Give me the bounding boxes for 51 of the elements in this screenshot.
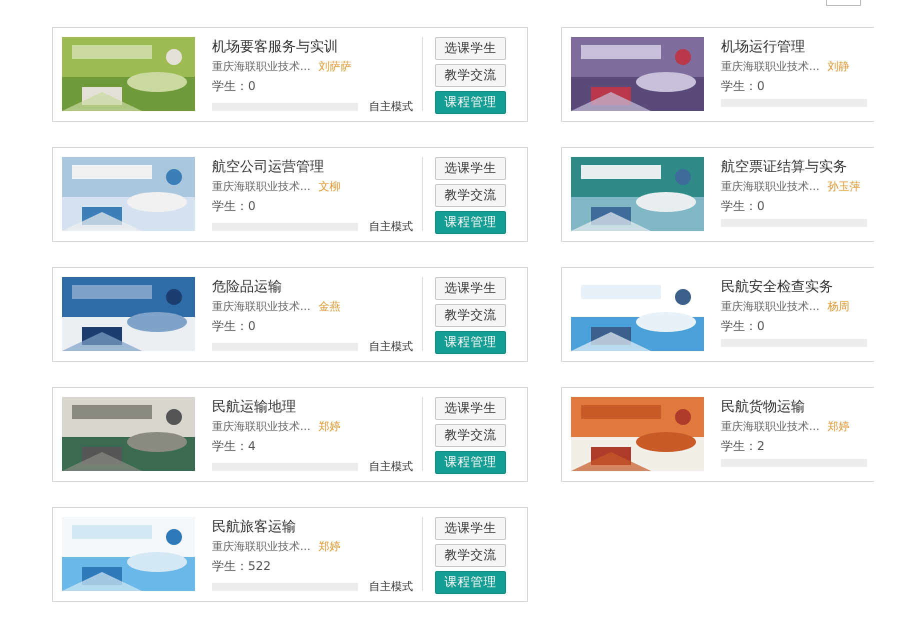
course-title[interactable]: 航空公司运营管理 bbox=[212, 157, 362, 177]
mode-label: 自主模式 bbox=[369, 339, 413, 354]
teacher-name: 郑婷 bbox=[318, 419, 340, 435]
course-title[interactable]: 民航安全检查实务 bbox=[721, 277, 871, 297]
teacher-name: 金燕 bbox=[318, 299, 340, 315]
student-count: 学生：0 bbox=[212, 198, 257, 215]
school-name: 重庆海联职业技术... bbox=[721, 59, 820, 75]
action-button[interactable]: 选课学生 bbox=[435, 37, 506, 60]
student-count: 学生：0 bbox=[212, 78, 257, 95]
teacher-name: 郑婷 bbox=[318, 539, 340, 555]
course-title[interactable]: 民航货物运输 bbox=[721, 397, 871, 417]
action-button[interactable]: 选课学生 bbox=[435, 517, 506, 540]
school-name: 重庆海联职业技术... bbox=[212, 419, 310, 435]
student-count: 学生：2 bbox=[721, 438, 766, 455]
course-title[interactable]: 机场运行管理 bbox=[721, 37, 871, 57]
teacher-name: 刘萨萨 bbox=[318, 59, 352, 75]
course-title[interactable]: 航空票证结算与实务 bbox=[721, 157, 871, 177]
school-name: 重庆海联职业技术... bbox=[212, 299, 310, 315]
teacher-name: 刘静 bbox=[828, 59, 850, 75]
school-name: 重庆海联职业技术... bbox=[212, 179, 310, 195]
action-button[interactable]: 教学交流 bbox=[435, 304, 506, 327]
course-title[interactable]: 机场要客服务与实训 bbox=[212, 37, 362, 57]
school-name: 重庆海联职业技术... bbox=[212, 59, 310, 75]
mode-label: 自主模式 bbox=[369, 459, 413, 474]
action-button[interactable]: 选课学生 bbox=[435, 397, 506, 420]
mode-label: 自主模式 bbox=[369, 99, 413, 114]
teacher-name: 郑婷 bbox=[828, 419, 850, 435]
student-count: 学生：522 bbox=[212, 558, 272, 575]
action-button[interactable]: 教学交流 bbox=[435, 424, 506, 447]
course-title[interactable]: 民航运输地理 bbox=[212, 397, 362, 417]
student-count: 学生：0 bbox=[212, 318, 257, 335]
school-name: 重庆海联职业技术... bbox=[212, 539, 310, 555]
student-count: 学生：0 bbox=[721, 318, 766, 335]
school-name: 重庆海联职业技术... bbox=[721, 419, 820, 435]
school-name: 重庆海联职业技术... bbox=[721, 179, 820, 195]
student-count: 学生：0 bbox=[721, 198, 766, 215]
student-count: 学生：0 bbox=[721, 78, 766, 95]
teacher-name: 孙玉萍 bbox=[828, 179, 860, 195]
action-button[interactable]: 教学交流 bbox=[435, 544, 506, 567]
school-name: 重庆海联职业技术... bbox=[721, 299, 820, 315]
action-button[interactable]: 教学交流 bbox=[435, 64, 506, 87]
teacher-name: 杨周 bbox=[828, 299, 850, 315]
action-button[interactable]: 选课学生 bbox=[435, 157, 506, 180]
teacher-name: 文柳 bbox=[318, 179, 340, 195]
mode-label: 自主模式 bbox=[369, 219, 413, 234]
course-title[interactable]: 民航旅客运输 bbox=[212, 517, 362, 537]
mode-label: 自主模式 bbox=[369, 579, 413, 594]
student-count: 学生：4 bbox=[212, 438, 257, 455]
action-button[interactable]: 选课学生 bbox=[435, 277, 506, 300]
course-title[interactable]: 危险品运输 bbox=[212, 277, 362, 297]
action-button[interactable]: 教学交流 bbox=[435, 184, 506, 207]
